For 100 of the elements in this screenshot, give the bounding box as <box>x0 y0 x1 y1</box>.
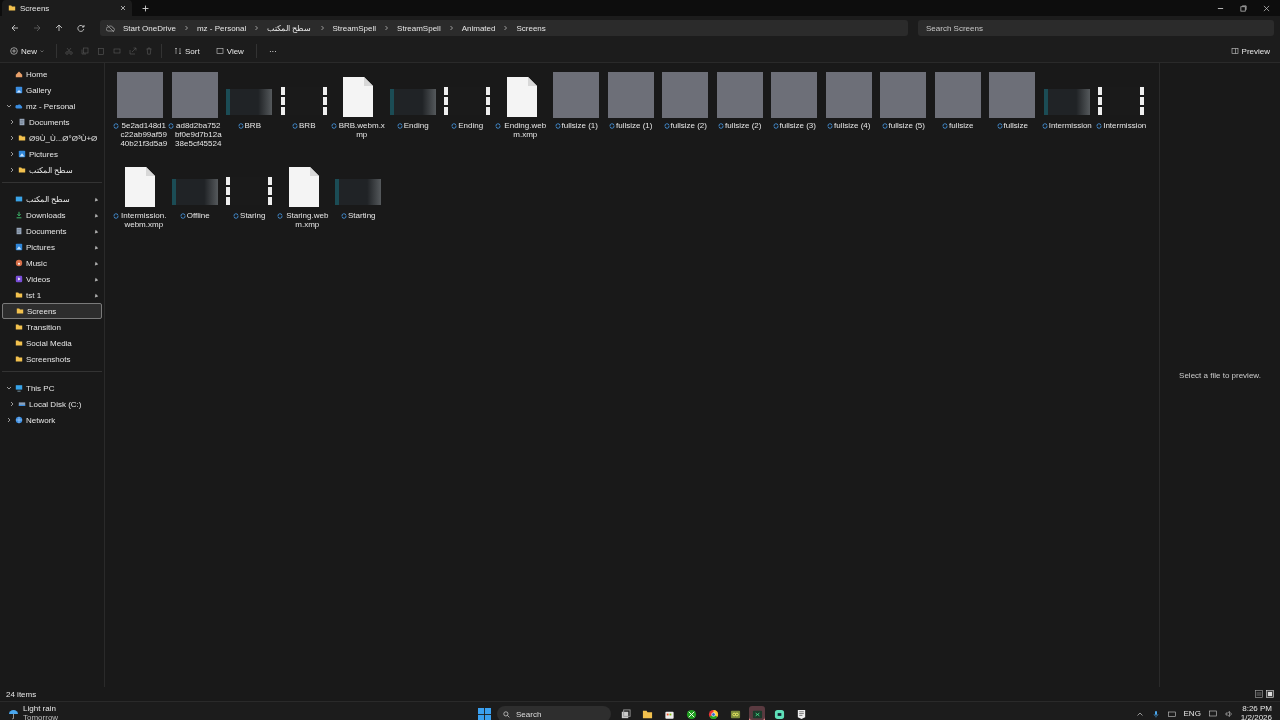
chevron-icon[interactable] <box>6 103 12 109</box>
photo-placeholder <box>771 72 818 118</box>
breadcrumb[interactable]: mz - Personal <box>196 23 247 33</box>
sidebar-item[interactable]: Downloads <box>2 207 102 223</box>
breadcrumb[interactable]: Start OneDrive <box>123 23 176 33</box>
sidebar-item[interactable]: This PC <box>2 380 102 396</box>
file-name[interactable]: Ending.webm.xmp <box>501 121 549 140</box>
chevron-icon[interactable] <box>9 401 15 407</box>
sidebar-item[interactable]: Pictures <box>2 239 102 255</box>
file-name[interactable]: fullsize (1) <box>561 121 598 131</box>
sidebar-item[interactable]: Music <box>2 255 102 271</box>
photo-placeholder <box>934 72 981 118</box>
volume-icon[interactable] <box>1224 710 1233 718</box>
chevron-icon[interactable] <box>6 385 12 391</box>
file-name[interactable]: Intermission.webm.xmp <box>120 211 168 230</box>
clock-time[interactable]: 8:26 PM <box>1242 705 1272 714</box>
sidebar-item[interactable]: Screenshots <box>2 351 102 367</box>
language-indicator[interactable]: ENG <box>1183 709 1201 719</box>
plus-icon[interactable] <box>142 4 149 12</box>
weather-time[interactable]: Tomorrow <box>23 714 59 720</box>
breadcrumb[interactable]: سطح المكتب <box>267 23 312 33</box>
sidebar-item[interactable]: سطح المكتب <box>2 162 102 178</box>
chevron-up-icon[interactable] <box>1135 710 1144 718</box>
details-view-icon[interactable] <box>1255 690 1263 698</box>
close-icon[interactable] <box>120 5 126 11</box>
chevron-icon[interactable] <box>9 119 15 125</box>
file-name[interactable]: Starting <box>347 211 376 221</box>
file-name[interactable]: Intermission <box>1103 121 1147 131</box>
refresh-icon[interactable] <box>77 24 85 32</box>
file-name[interactable]: Intermission <box>1048 121 1092 131</box>
sidebar-item[interactable]: mz - Personal <box>2 98 102 114</box>
sidebar-item[interactable]: Screens <box>2 303 102 319</box>
new-button[interactable]: New <box>6 44 48 58</box>
sidebar-item[interactable]: Documents <box>2 223 102 239</box>
preview-button[interactable]: Preview <box>1226 44 1274 58</box>
restore-icon[interactable] <box>1240 4 1247 12</box>
file-name[interactable]: BRB <box>244 121 261 131</box>
umbrella-icon[interactable] <box>8 708 19 720</box>
sidebar-item[interactable]: Transition <box>2 319 102 335</box>
breadcrumb[interactable]: Animated <box>461 23 496 33</box>
photo-placeholder <box>607 72 654 118</box>
up-arrow-icon[interactable] <box>55 24 63 32</box>
chevron-icon <box>503 25 509 31</box>
sidebar-item[interactable]: Social Media <box>2 335 102 351</box>
sidebar-item[interactable]: Pictures <box>2 146 102 162</box>
more-button[interactable]: ··· <box>264 44 281 58</box>
view-button[interactable]: View <box>211 44 248 58</box>
file-name[interactable]: BRB <box>299 121 316 131</box>
file-name[interactable]: fullsize <box>949 121 974 131</box>
file-name[interactable]: 5e2ad148d1c22ab99af5940b21f3d5a9 <box>120 121 168 149</box>
back-arrow-icon[interactable] <box>11 24 19 32</box>
close-icon[interactable] <box>1263 4 1270 12</box>
photo-placeholder <box>825 72 872 118</box>
file-name[interactable]: Staring.webm.xmp <box>283 211 331 230</box>
file-name[interactable]: fullsize (1) <box>616 121 653 131</box>
file-name[interactable]: fullsize (2) <box>670 121 707 131</box>
file-name[interactable]: fullsize (2) <box>725 121 762 131</box>
file-name[interactable]: fullsize (3) <box>779 121 816 131</box>
tab[interactable]: Screens <box>2 0 132 16</box>
file-name[interactable]: fullsize <box>1003 121 1028 131</box>
search-field[interactable]: Search Screens <box>918 20 1274 36</box>
file-name[interactable]: Ending <box>458 121 484 131</box>
file-name[interactable]: BRB.webm.xmp <box>338 121 386 140</box>
monitor-icon[interactable] <box>1208 710 1217 718</box>
weather-condition[interactable]: Light rain <box>23 705 59 714</box>
sync-icon <box>494 122 501 129</box>
sidebar-item[interactable]: Videos <box>2 271 102 287</box>
forward-arrow-icon[interactable] <box>33 24 41 32</box>
sort-button[interactable]: Sort <box>170 44 204 58</box>
chevron-icon[interactable] <box>9 167 15 173</box>
file-name[interactable]: Ending <box>403 121 429 131</box>
file-name[interactable]: fullsize (4) <box>834 121 871 131</box>
file-name[interactable]: Offline <box>186 211 210 221</box>
windows-start-icon[interactable] <box>478 707 491 720</box>
sidebar-item[interactable]: Home <box>2 66 102 82</box>
breadcrumb[interactable]: StreamSpell <box>397 23 441 33</box>
breadcrumb[interactable]: StreamSpell <box>332 23 377 33</box>
sidebar-item[interactable]: Ø9Ù_Ù...Ø°Ø³Ù+Ø <box>2 130 102 146</box>
sidebar-item[interactable]: Network <box>2 412 102 428</box>
file-name[interactable]: fullsize (5) <box>888 121 925 131</box>
thumbnail-view-icon[interactable] <box>1266 690 1274 698</box>
chevron-icon[interactable] <box>9 151 15 157</box>
sidebar-item[interactable]: tst 1 <box>2 287 102 303</box>
sidebar-item[interactable]: Gallery <box>2 82 102 98</box>
keyboard-icon[interactable] <box>1167 710 1176 718</box>
clock-date[interactable]: 1/2/2026 <box>1240 714 1272 720</box>
chevron-icon[interactable] <box>6 417 12 423</box>
microphone-icon[interactable] <box>1151 710 1160 718</box>
sync-icon <box>827 122 833 129</box>
sidebar-item[interactable]: سطح المكتب <box>2 191 102 207</box>
chevron-icon[interactable] <box>9 135 15 141</box>
file-name[interactable]: ad8d2ba752bf0e9d7b12a38e5cf45524 <box>174 121 222 149</box>
document-icon <box>124 166 157 208</box>
chevron-icon <box>319 25 325 31</box>
sync-icon <box>609 122 615 129</box>
breadcrumb[interactable]: Screens <box>516 23 546 33</box>
taskbar-search[interactable]: Search <box>497 706 611 720</box>
file-name[interactable]: Staring <box>240 211 266 221</box>
sidebar-item[interactable]: Local Disk (C:) <box>2 396 102 412</box>
sidebar-item[interactable]: Documents <box>2 114 102 130</box>
